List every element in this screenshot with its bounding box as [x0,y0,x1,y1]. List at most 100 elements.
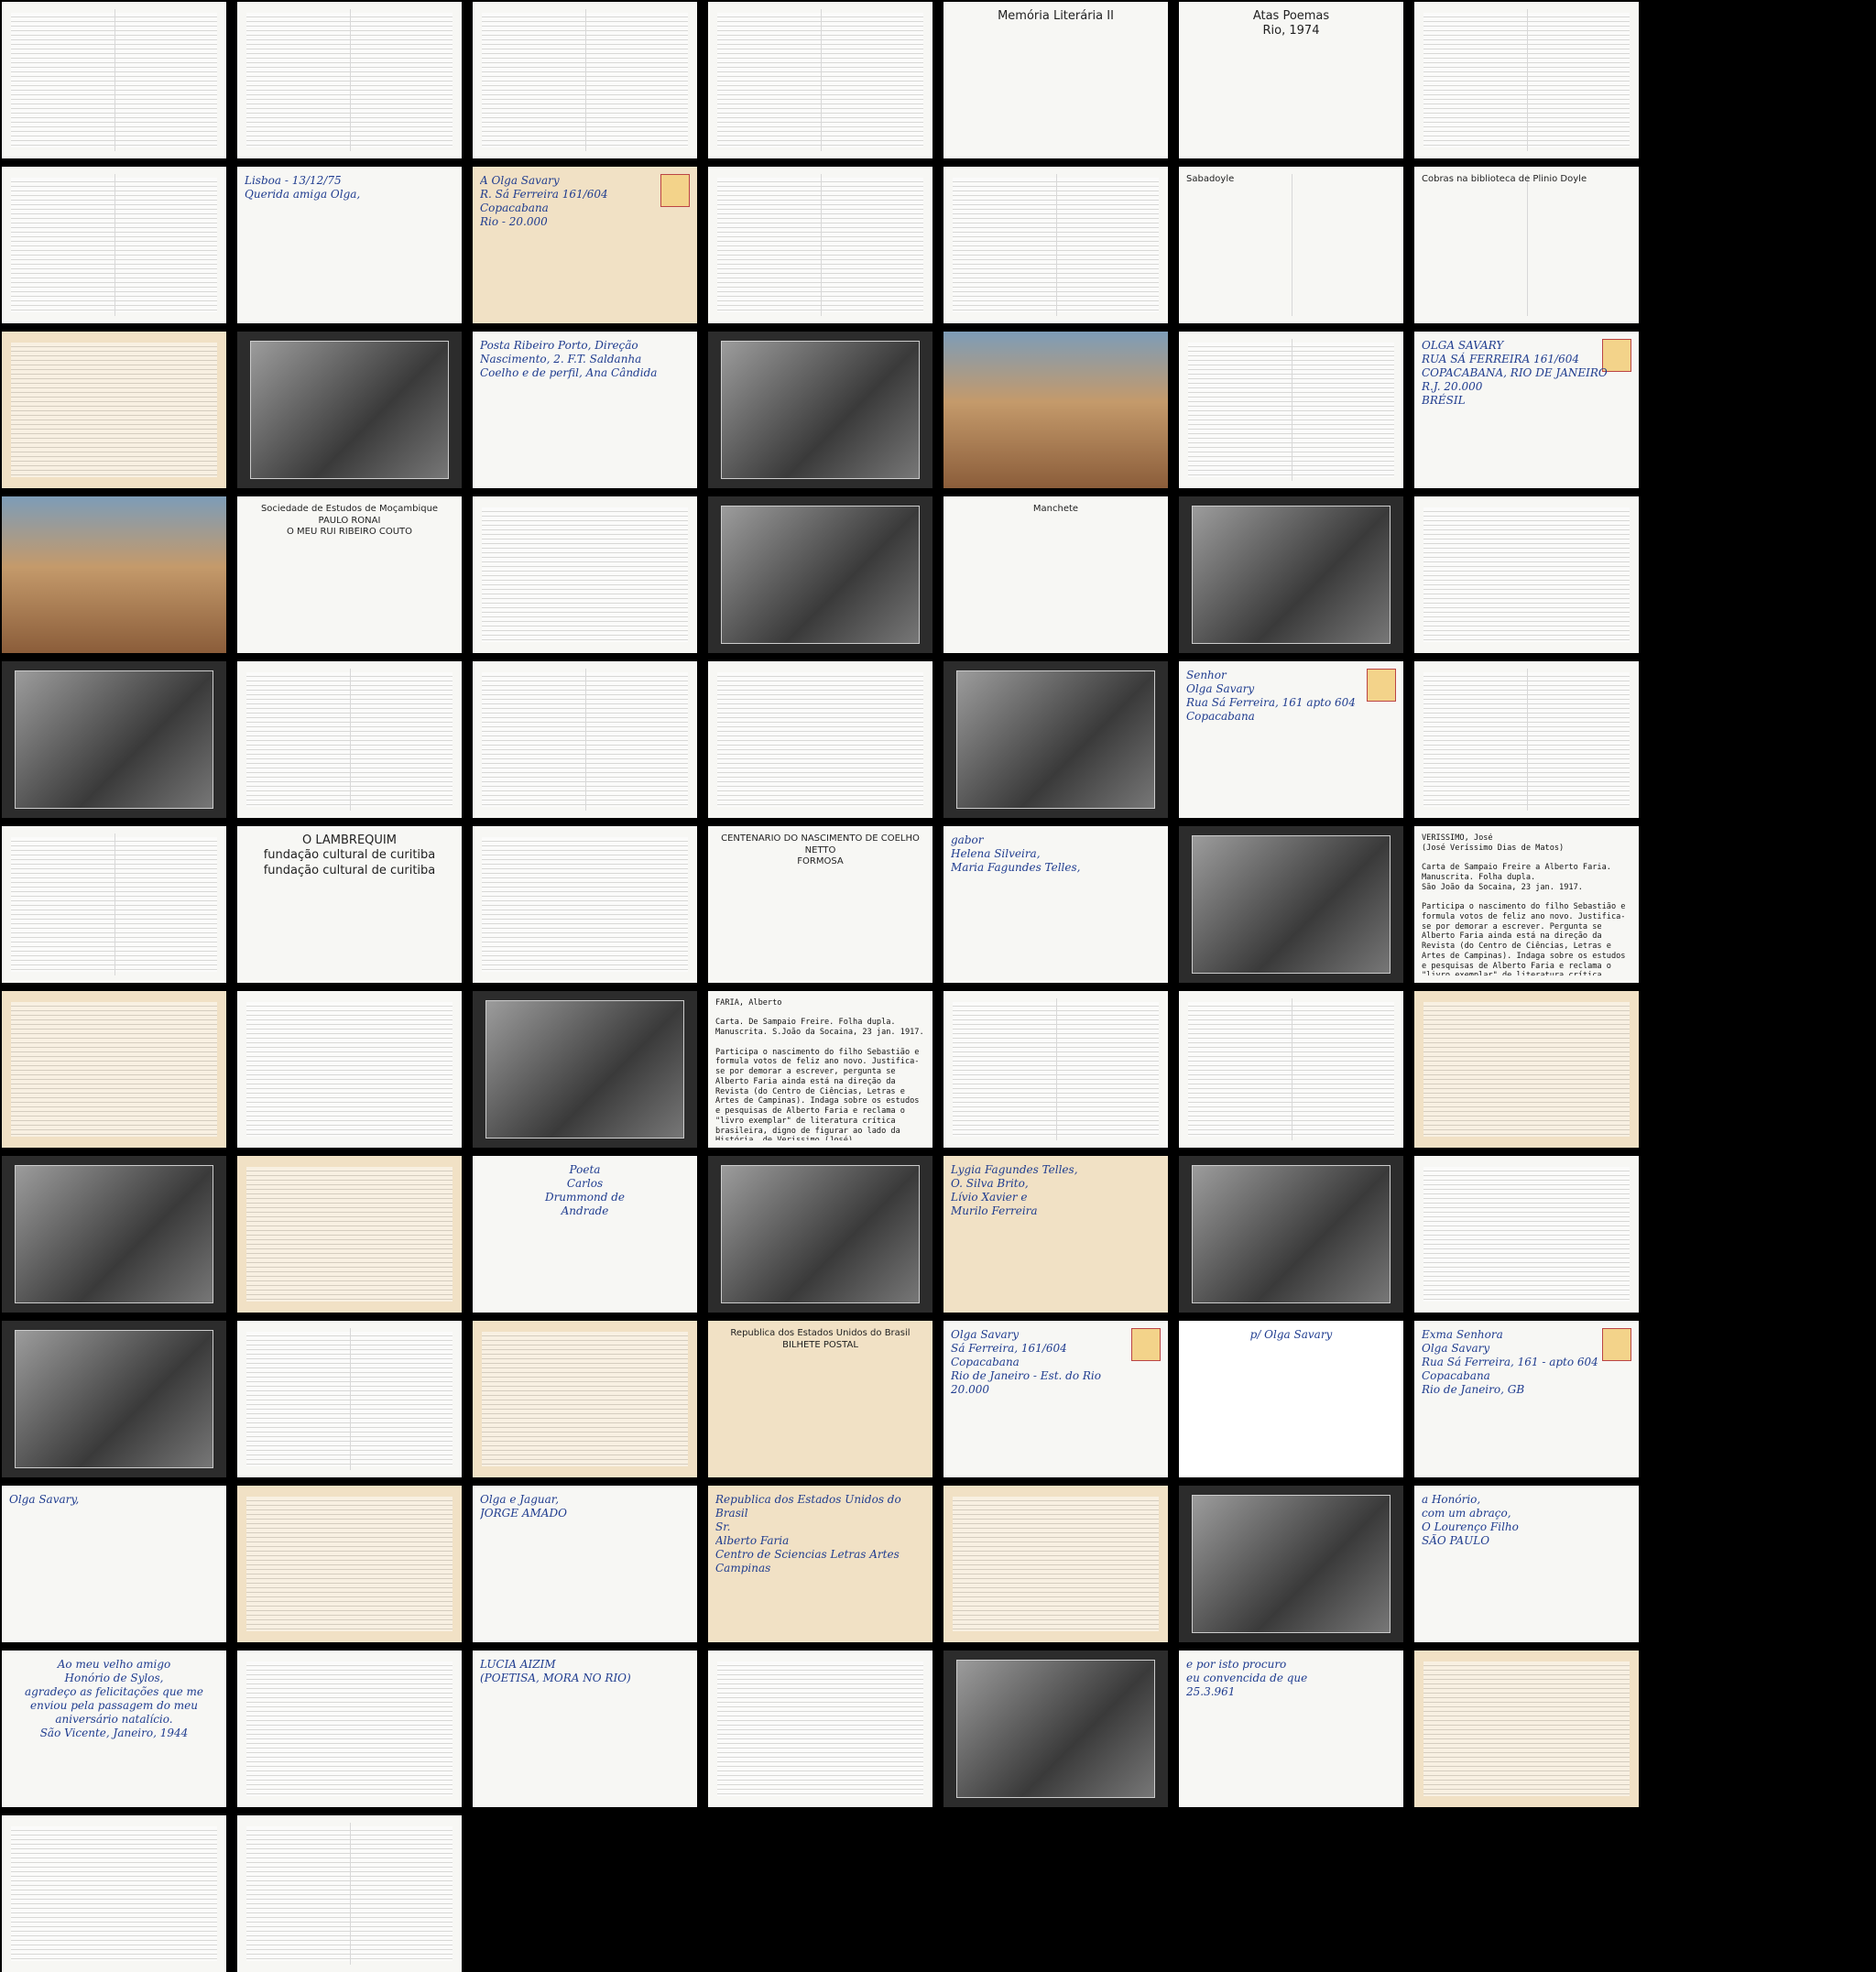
thumbnail-15[interactable] [2,332,226,488]
thumbnail-14[interactable]: Cobras na biblioteca de Plinio Doyle [1414,167,1639,323]
thumbnail-47[interactable] [943,991,1168,1148]
thumbnail-66[interactable]: Olga e Jaguar, JORGE AMADO [473,1486,697,1642]
thumbnail-29[interactable] [2,661,226,818]
thumbnail-10[interactable]: A Olga Savary R. Sá Ferreira 161/604 Cop… [473,167,697,323]
thumbnail-69[interactable] [1179,1486,1403,1642]
thumbnail-23[interactable]: Sociedade de Estudos de Moçambique PAULO… [237,496,462,653]
thumbnail-56[interactable] [1414,1156,1639,1313]
thumbnail-57[interactable] [2,1321,226,1477]
thumbnail-2[interactable] [237,2,462,158]
thumbnail-text: Olga Savary Sá Ferreira, 161/604 Copacab… [951,1328,1101,1396]
text-lines [1423,1002,1630,1137]
thumbnail-34[interactable]: Senhor Olga Savary Rua Sá Ferreira, 161 … [1179,661,1403,818]
thumbnail-39[interactable]: CENTENÁRIO DO NASCIMENTO DE COELHO NETTO… [708,826,933,983]
thumbnail-55[interactable] [1179,1156,1403,1313]
thumbnail-30[interactable] [237,661,462,818]
thumbnail-75[interactable] [943,1651,1168,1807]
text-lines [1423,1661,1630,1796]
thumbnail-42[interactable]: VERISSIMO, José (José Veríssimo Dias de … [1414,826,1639,983]
page-fold [1055,998,1057,1140]
thumbnail-74[interactable] [708,1651,933,1807]
thumbnail-38[interactable] [473,826,697,983]
page-fold [349,9,351,151]
thumbnail-78[interactable] [2,1815,226,1972]
thumbnail-text: Posta Ribeiro Porto, Direção Nascimento,… [480,339,658,379]
thumbnail-68[interactable] [943,1486,1168,1642]
thumbnail-59[interactable] [473,1321,697,1477]
thumbnail-50[interactable] [2,1156,226,1313]
thumbnail-8[interactable] [2,167,226,323]
page-fold [349,1823,351,1965]
thumbnail-45[interactable] [473,991,697,1148]
thumbnail-44[interactable] [237,991,462,1148]
thumbnail-7[interactable] [1414,2,1639,158]
thumbnail-46[interactable]: FARIA, Alberto Carta. De Sampaio Freire.… [708,991,933,1148]
thumbnail-43[interactable] [2,991,226,1148]
thumbnail-48[interactable] [1179,991,1403,1148]
thumbnail-11[interactable] [708,167,933,323]
photo-image [1192,506,1391,644]
thumbnail-62[interactable]: p/ Olga Savary [1179,1321,1403,1477]
thumbnail-31[interactable] [473,661,697,818]
thumbnail-32[interactable] [708,661,933,818]
text-lines [11,1002,217,1137]
thumbnail-40[interactable]: gabor Helena Silveira, Maria Fagundes Te… [943,826,1168,983]
text-lines [482,1332,688,1466]
thumbnail-text: Poeta Carlos Drummond de Andrade [544,1163,626,1217]
thumbnail-35[interactable] [1414,661,1639,818]
thumbnail-9[interactable]: Lisboa - 13/12/75 Querida amiga Olga, [237,167,462,323]
thumbnail-text: Ao meu velho amigo Honório de Sylos, agr… [25,1658,203,1739]
thumbnail-5[interactable]: Memória Literária II [943,2,1168,158]
thumbnail-25[interactable] [708,496,933,653]
thumbnail-13[interactable]: Sabadoyle [1179,167,1403,323]
thumbnail-37[interactable]: O LAMBREQUIM fundação cultural de curiti… [237,826,462,983]
thumbnail-70[interactable]: a Honório, com um abraço, O Lourenço Fil… [1414,1486,1639,1642]
thumbnail-58[interactable] [237,1321,462,1477]
thumbnail-36[interactable] [2,826,226,983]
page-fold [584,9,586,151]
thumbnail-51[interactable] [237,1156,462,1313]
thumbnail-72[interactable] [237,1651,462,1807]
thumbnail-21[interactable]: OLGA SAVARY RUA SÁ FERREIRA 161/604 COPA… [1414,332,1639,488]
thumbnail-73[interactable]: LUCIA AIZIM (POETISA, MORA NO RIO) [473,1651,697,1807]
thumbnail-20[interactable] [1179,332,1403,488]
photo-image [721,341,920,479]
thumbnail-77[interactable] [1414,1651,1639,1807]
thumbnail-71[interactable]: Ao meu velho amigo Honório de Sylos, agr… [2,1651,226,1807]
thumbnail-52[interactable]: Poeta Carlos Drummond de Andrade [473,1156,697,1313]
thumbnail-6[interactable]: Atas Poemas Rio, 1974 [1179,2,1403,158]
thumbnail-17[interactable]: Posta Ribeiro Porto, Direção Nascimento,… [473,332,697,488]
thumbnail-60[interactable]: Republica dos Estados Unidos do Brasil B… [708,1321,933,1477]
thumbnail-33[interactable] [943,661,1168,818]
thumbnail-64[interactable]: Olga Savary, [2,1486,226,1642]
thumbnail-49[interactable] [1414,991,1639,1148]
thumbnail-text: Memória Literária II [998,9,1114,23]
thumbnail-3[interactable] [473,2,697,158]
thumbnail-61[interactable]: Olga Savary Sá Ferreira, 161/604 Copacab… [943,1321,1168,1477]
thumbnail-24[interactable] [473,496,697,653]
thumbnail-41[interactable] [1179,826,1403,983]
thumbnail-12[interactable] [943,167,1168,323]
text-lines [11,1826,217,1961]
thumbnail-18[interactable] [708,332,933,488]
thumbnail-28[interactable] [1414,496,1639,653]
photo-image [721,506,920,644]
thumbnail-27[interactable] [1179,496,1403,653]
thumbnail-1[interactable] [2,2,226,158]
thumbnail-53[interactable] [708,1156,933,1313]
page-fold [584,669,586,811]
thumbnail-76[interactable]: e por isto procuro eu convencida de que … [1179,1651,1403,1807]
thumbnail-67[interactable]: Republica dos Estados Unidos do Brasil S… [708,1486,933,1642]
thumbnail-19[interactable] [943,332,1168,488]
thumbnail-63[interactable]: Exma Senhora Olga Savary Rua Sá Ferreira… [1414,1321,1639,1477]
thumbnail-16[interactable] [237,332,462,488]
thumbnail-54[interactable]: Lygia Fagundes Telles, O. Silva Brito, L… [943,1156,1168,1313]
thumbnail-4[interactable] [708,2,933,158]
thumbnail-text: A Olga Savary R. Sá Ferreira 161/604 Cop… [480,174,608,228]
thumbnail-26[interactable]: Manchete [943,496,1168,653]
photo-image [956,1660,1155,1798]
thumbnail-65[interactable] [237,1486,462,1642]
thumbnail-22[interactable] [2,496,226,653]
thumbnail-text: Lisboa - 13/12/75 Querida amiga Olga, [245,174,361,201]
thumbnail-79[interactable] [237,1815,462,1972]
